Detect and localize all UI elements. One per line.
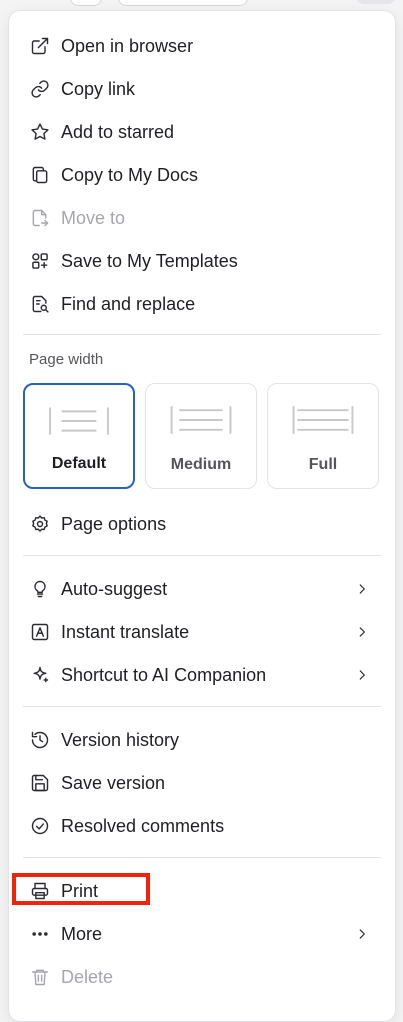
menu-item-auto-suggest[interactable]: Auto-suggest: [19, 571, 379, 607]
find-replace-icon: [29, 293, 51, 315]
menu-item-copy-link[interactable]: Copy link: [19, 71, 379, 107]
menu-item-add-to-starred[interactable]: Add to starred: [19, 114, 379, 150]
menu-item-label: Version history: [61, 729, 180, 750]
medium-width-icon: [170, 406, 232, 434]
gear-icon: [29, 513, 51, 535]
page-width-full-option[interactable]: Full: [267, 383, 379, 489]
option-label: Full: [308, 456, 338, 473]
menu-item-open-in-browser[interactable]: Open in browser: [19, 28, 379, 64]
page-width-medium-option[interactable]: Medium: [145, 383, 257, 489]
menu-item-delete: Delete: [19, 959, 379, 995]
chevron-right-icon: [355, 580, 373, 598]
move-file-icon: [29, 207, 51, 229]
save-icon: [29, 772, 51, 794]
menu-item-label: Delete: [61, 966, 114, 987]
more-options-menu: Open in browser Copy link Add to starred…: [8, 10, 396, 1022]
menu-item-save-version[interactable]: Save version: [19, 765, 379, 801]
printer-icon: [29, 880, 51, 902]
sparkle-icon: [29, 664, 51, 686]
divider: [23, 555, 381, 556]
menu-item-label: Copy link: [61, 78, 136, 99]
menu-item-save-to-my-templates[interactable]: Save to My Templates: [19, 243, 379, 279]
menu-item-version-history[interactable]: Version history: [19, 722, 379, 758]
menu-item-move-to: Move to: [19, 200, 379, 236]
divider: [23, 857, 381, 858]
menu-item-copy-to-my-docs[interactable]: Copy to My Docs: [19, 157, 379, 193]
chevron-right-icon: [355, 925, 373, 943]
menu-item-resolved-comments[interactable]: Resolved comments: [19, 808, 379, 844]
divider: [23, 706, 381, 707]
check-circle-icon: [29, 815, 51, 837]
menu-item-label: Auto-suggest: [61, 578, 168, 599]
toolbar-button-right[interactable]: [356, 0, 396, 4]
menu-item-label: Add to starred: [61, 121, 175, 142]
menu-item-label: Instant translate: [61, 621, 190, 642]
trash-icon: [29, 966, 51, 988]
menu-item-print[interactable]: Print: [19, 873, 379, 909]
option-label: Medium: [170, 456, 232, 473]
history-icon: [29, 729, 51, 751]
link-icon: [29, 78, 51, 100]
more-icon: [29, 923, 51, 945]
menu-item-label: Save to My Templates: [61, 250, 238, 271]
translate-icon: [29, 621, 51, 643]
templates-icon: [29, 250, 51, 272]
menu-item-label: Copy to My Docs: [61, 164, 199, 185]
chevron-right-icon: [355, 666, 373, 684]
star-icon: [29, 121, 51, 143]
menu-item-label: More: [61, 923, 103, 944]
page-width-default-option[interactable]: Default: [23, 383, 135, 489]
menu-item-find-and-replace[interactable]: Find and replace: [19, 286, 379, 322]
menu-item-label: Print: [61, 880, 99, 901]
menu-item-page-options[interactable]: Page options: [19, 506, 379, 542]
full-width-icon: [292, 406, 354, 434]
menu-item-instant-translate[interactable]: Instant translate: [19, 614, 379, 650]
menu-item-label: Move to: [61, 207, 126, 228]
page-width-label: Page width: [29, 351, 104, 368]
option-label: Default: [51, 455, 107, 472]
menu-item-label: Find and replace: [61, 293, 196, 314]
toolbar-field[interactable]: [118, 0, 248, 6]
copy-icon: [29, 164, 51, 186]
chevron-right-icon: [355, 623, 373, 641]
external-link-icon: [29, 35, 51, 57]
menu-item-label: Open in browser: [61, 35, 194, 56]
menu-item-label: Page options: [61, 513, 167, 534]
menu-item-shortcut-to-ai-companion[interactable]: Shortcut to AI Companion: [19, 657, 379, 693]
menu-item-label: Save version: [61, 772, 166, 793]
lightbulb-icon: [29, 578, 51, 600]
default-width-icon: [49, 407, 109, 435]
menu-item-label: Shortcut to AI Companion: [61, 664, 267, 685]
menu-item-more[interactable]: More: [19, 916, 379, 952]
divider: [23, 334, 381, 335]
toolbar-button[interactable]: [70, 0, 102, 6]
menu-item-label: Resolved comments: [61, 815, 225, 836]
